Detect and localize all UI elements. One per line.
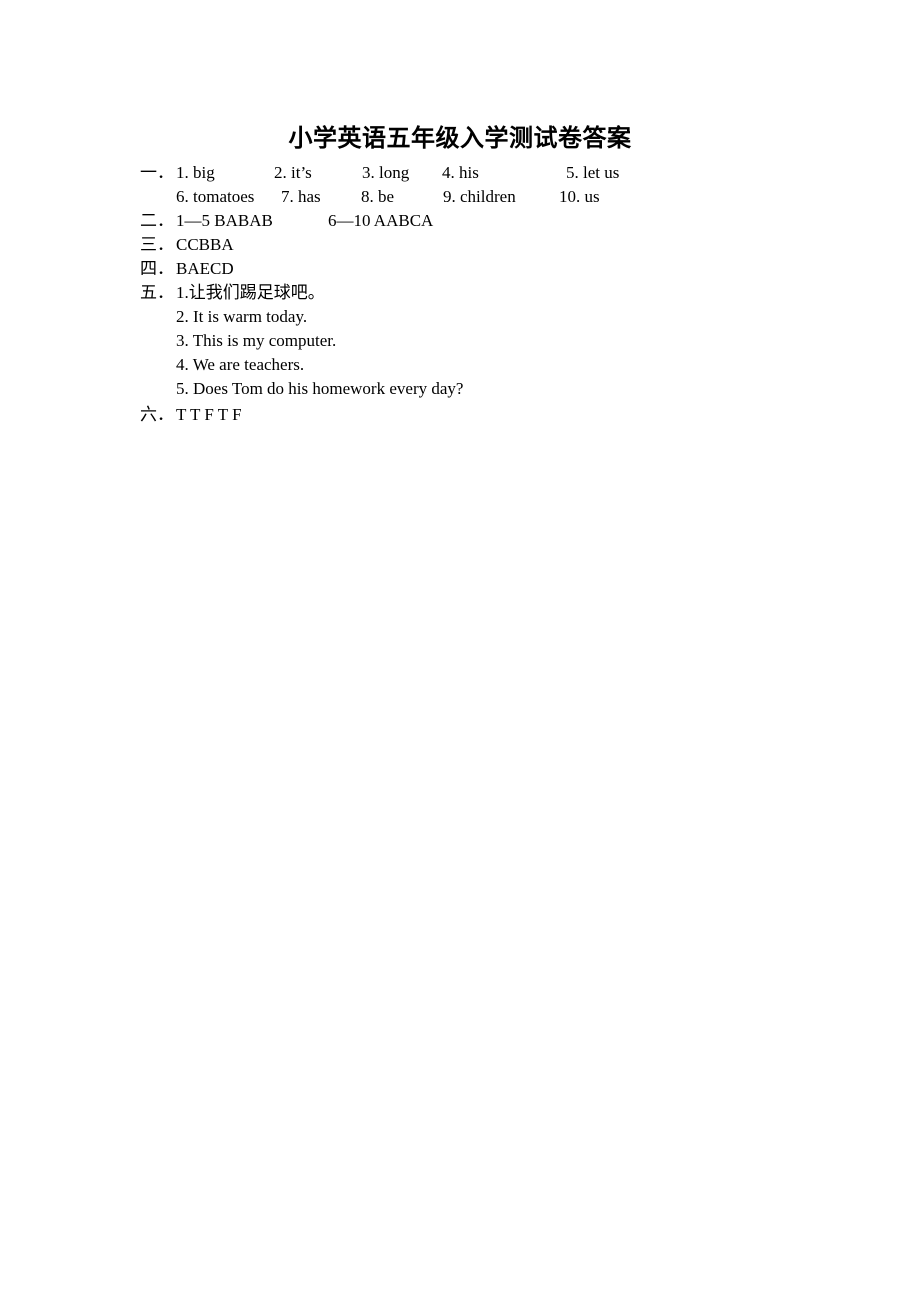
answer-item: T T F T F: [176, 405, 242, 424]
answer-item: 6. tomatoes: [176, 187, 255, 206]
answer-item: 1.让我们踢足球吧。: [176, 283, 325, 302]
answer-item: CCBBA: [176, 235, 234, 254]
section-1-label: 一．: [140, 163, 174, 182]
answer-item: 10. us: [559, 187, 600, 206]
answer-item: 7. has: [281, 187, 321, 206]
answer-item: 5. Does Tom do his homework every day?: [176, 379, 464, 398]
answer-item: 8. be: [361, 187, 395, 206]
answer-item: 9. children: [443, 187, 516, 206]
section-5-label: 五．: [140, 283, 174, 302]
section-2-label: 二．: [140, 211, 174, 230]
section-4-label: 四．: [140, 259, 174, 278]
answer-item: 5. let us: [566, 163, 620, 182]
section-6-label: 六．: [140, 405, 174, 424]
answer-item: 4. We are teachers.: [176, 355, 305, 374]
answer-item: 3. This is my computer.: [176, 331, 337, 350]
answer-item: 4. his: [442, 163, 479, 182]
answer-item: 1—5 BABAB: [176, 211, 273, 230]
answer-item: 2. it’s: [274, 163, 312, 182]
answer-item: BAECD: [176, 259, 234, 278]
answer-item: 3. long: [362, 163, 410, 182]
answer-item: 2. It is warm today.: [176, 307, 308, 326]
answer-item: 1. big: [176, 163, 215, 182]
answer-item: 6—10 AABCA: [328, 211, 434, 230]
document-title: 小学英语五年级入学测试卷答案: [288, 126, 632, 152]
section-3-label: 三．: [140, 235, 174, 254]
